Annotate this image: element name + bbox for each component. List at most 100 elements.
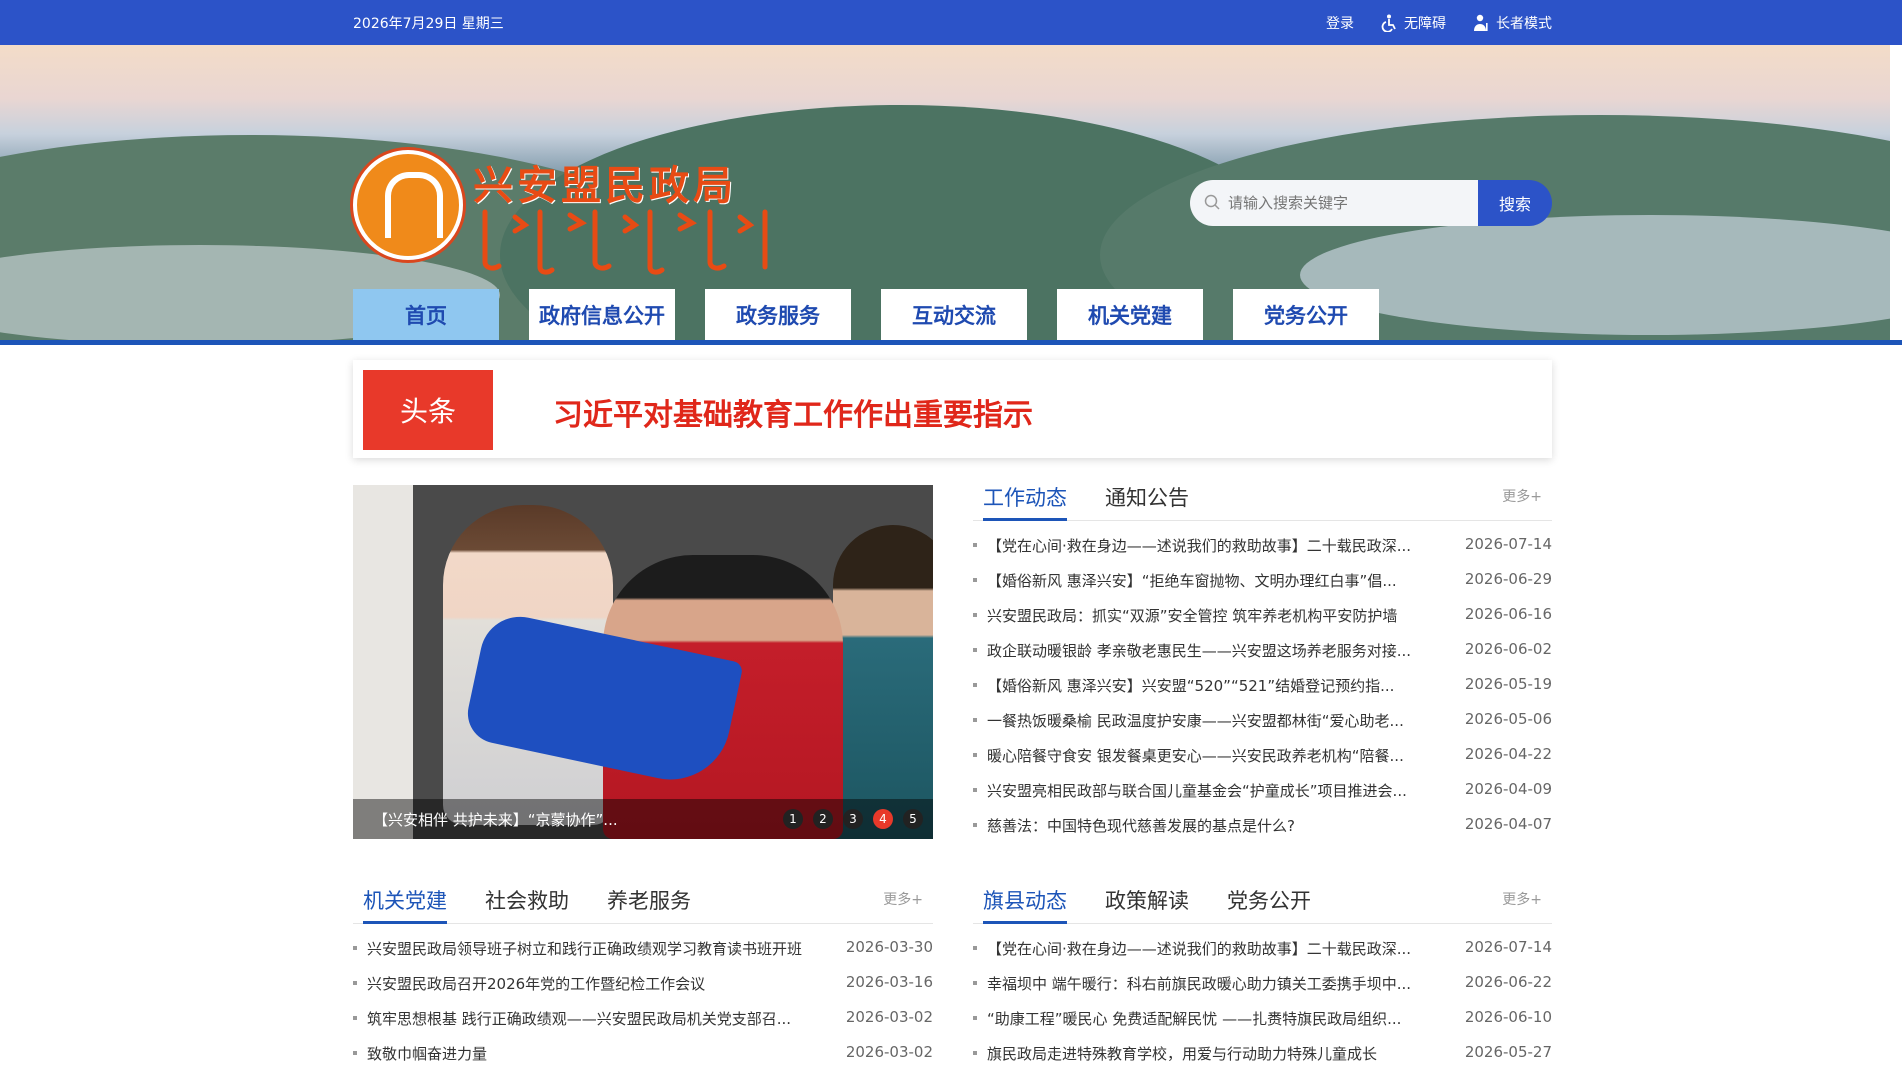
list-item-title[interactable]: 【党在心间·救在身边——述说我们的救助故事】二十载民政深... [987, 535, 1457, 556]
list-item[interactable]: 政企联动暖银龄 孝亲敬老惠民生——兴安盟这场养老服务对接... 2026-06-0… [973, 640, 1552, 675]
list-item-title[interactable]: 【婚俗新风 惠泽兴安】兴安盟“520”“521”结婚登记预约指... [987, 675, 1457, 696]
list-item-title[interactable]: 【婚俗新风 惠泽兴安】“拒绝车窗抛物、文明办理红白事”倡... [987, 570, 1457, 591]
slider-photo-bg [353, 485, 413, 839]
nav-item-party-building[interactable]: 机关党建 [1057, 289, 1203, 340]
list-item[interactable]: 幸福坝中 端午暖行：科右前旗民政暖心助力镇关工委携手坝中... 2026-06-2… [973, 973, 1552, 1008]
tab-work-news[interactable]: 工作动态 [983, 482, 1067, 521]
slider-dot[interactable]: 3 [843, 809, 863, 829]
tab-notices[interactable]: 通知公告 [1105, 482, 1189, 518]
slider-caption[interactable]: 【兴安相伴 共护未来】“京蒙协作”... [373, 809, 618, 830]
site-logo[interactable]: 兴安盟民政局 [353, 105, 783, 275]
list-item-title[interactable]: 兴安盟民政局领导班子树立和践行正确政绩观学习教育读书班开班 [367, 938, 837, 959]
tab-party-building[interactable]: 机关党建 [363, 885, 447, 924]
nav-item-gov-service[interactable]: 政务服务 [705, 289, 851, 340]
tab-elderly-care[interactable]: 养老服务 [607, 885, 691, 921]
list-item-title[interactable]: 【党在心间·救在身边——述说我们的救助故事】二十载民政深... [987, 938, 1457, 959]
nav-item-interaction[interactable]: 互动交流 [881, 289, 1027, 340]
bullet-icon [973, 613, 977, 617]
party-tabs: 机关党建 社会救助 养老服务 更多+ [353, 885, 933, 924]
county-news-panel: 旗县动态 政策解读 党务公开 更多+ 【党在心间·救在身边——述说我们的救助故事… [973, 885, 1552, 1080]
list-item[interactable]: 暖心陪餐守食安 银发餐桌更安心——兴安民政养老机构“陪餐... 2026-04-2… [973, 745, 1552, 780]
list-item[interactable]: 旗民政局走进特殊教育学校，用爱与行动助力特殊儿童成长 2026-05-27 [973, 1043, 1552, 1078]
bullet-icon [973, 823, 977, 827]
bullet-icon [353, 1016, 357, 1020]
list-item[interactable]: 【婚俗新风 惠泽兴安】“拒绝车窗抛物、文明办理红白事”倡... 2026-06-2… [973, 570, 1552, 605]
list-item-title[interactable]: 筑牢思想根基 践行正确政绩观——兴安盟民政局机关党支部召... [367, 1008, 837, 1029]
slider-dot-active[interactable]: 4 [873, 809, 893, 829]
tab-policy[interactable]: 政策解读 [1105, 885, 1189, 921]
image-slider[interactable]: 【兴安相伴 共护未来】“京蒙协作”... 1 2 3 4 5 [353, 485, 933, 839]
nav-item-party-affairs[interactable]: 党务公开 [1233, 289, 1379, 340]
list-item-date: 2026-03-02 [845, 1043, 933, 1061]
bullet-icon [973, 578, 977, 582]
list-item[interactable]: “助康工程”暖民心 免费适配解民忧 ——扎赉特旗民政局组织... 2026-06-… [973, 1008, 1552, 1043]
list-item-title[interactable]: 致敬巾帼奋进力量 [367, 1043, 837, 1064]
more-link[interactable]: 更多+ [1502, 486, 1542, 506]
site-title: 兴安盟民政局 [473, 162, 737, 209]
county-tabs: 旗县动态 政策解读 党务公开 更多+ [973, 885, 1552, 924]
mongolian-script-logo [482, 209, 768, 275]
search-button[interactable]: 搜索 [1478, 180, 1552, 226]
list-item-title[interactable]: 幸福坝中 端午暖行：科右前旗民政暖心助力镇关工委携手坝中... [987, 973, 1457, 994]
list-item-title[interactable]: 兴安盟民政局：抓实“双源”安全管控 筑牢养老机构平安防护墙 [987, 605, 1457, 626]
list-item-title[interactable]: 暖心陪餐守食安 银发餐桌更安心——兴安民政养老机构“陪餐... [987, 745, 1457, 766]
list-item[interactable]: 兴安盟民政局召开2026年党的工作暨纪检工作会议 2026-03-16 [353, 973, 933, 1008]
list-item-date: 2026-06-22 [1464, 973, 1552, 991]
slider-dot[interactable]: 1 [783, 809, 803, 829]
list-item-date: 2026-03-16 [845, 973, 933, 991]
elder-mode-link[interactable]: 长者模式 [1472, 13, 1552, 33]
headline-link[interactable]: 习近平对基础教育工作作出重要指示 [553, 390, 1033, 434]
list-item-title[interactable]: 一餐热饭暖桑榆 民政温度护安康——兴安盟都林街“爱心助老... [987, 710, 1457, 731]
list-item-title[interactable]: 政企联动暖银龄 孝亲敬老惠民生——兴安盟这场养老服务对接... [987, 640, 1457, 661]
list-item[interactable]: 兴安盟民政局领导班子树立和践行正确政绩观学习教育读书班开班 2026-03-30 [353, 938, 933, 973]
list-item-date: 2026-05-06 [1464, 710, 1552, 728]
login-link[interactable]: 登录 [1326, 13, 1354, 33]
tab-county-news[interactable]: 旗县动态 [983, 885, 1067, 924]
emblem-icon [353, 150, 463, 260]
nav-item-home[interactable]: 首页 [353, 289, 499, 340]
more-link[interactable]: 更多+ [883, 889, 923, 909]
list-item-title[interactable]: 慈善法：中国特色现代慈善发展的基点是什么? [987, 815, 1457, 836]
list-item[interactable]: 筑牢思想根基 践行正确政绩观——兴安盟民政局机关党支部召... 2026-03-0… [353, 1008, 933, 1043]
list-item[interactable]: 慈善法：中国特色现代慈善发展的基点是什么? 2026-04-07 [973, 815, 1552, 850]
slider-photo-person [833, 525, 933, 839]
slider-caption-bar: 【兴安相伴 共护未来】“京蒙协作”... 1 2 3 4 5 [353, 799, 933, 839]
list-item[interactable]: 致敬巾帼奋进力量 2026-03-02 [353, 1043, 933, 1078]
list-item[interactable]: 【党在心间·救在身边——述说我们的救助故事】二十载民政深... 2026-07-1… [973, 938, 1552, 973]
bullet-icon [973, 648, 977, 652]
accessible-link[interactable]: 无障碍 [1380, 13, 1446, 33]
slider-dot[interactable]: 2 [813, 809, 833, 829]
search-input[interactable] [1190, 180, 1480, 226]
list-item[interactable]: 一餐热饭暖桑榆 民政温度护安康——兴安盟都林街“爱心助老... 2026-05-0… [973, 710, 1552, 745]
list-item-date: 2026-04-09 [1464, 780, 1552, 798]
search-box: 搜索 [1190, 180, 1552, 226]
list-item-date: 2026-07-14 [1464, 535, 1552, 553]
more-link[interactable]: 更多+ [1502, 889, 1542, 909]
slider-dot[interactable]: 5 [903, 809, 923, 829]
elder-label: 长者模式 [1496, 16, 1552, 32]
bullet-icon [973, 946, 977, 950]
headline-box: 头条 习近平对基础教育工作作出重要指示 [353, 360, 1552, 458]
list-item-date: 2026-03-02 [845, 1008, 933, 1026]
list-item-title[interactable]: “助康工程”暖民心 免费适配解民忧 ——扎赉特旗民政局组织... [987, 1008, 1457, 1029]
list-item[interactable]: 【党在心间·救在身边——述说我们的救助故事】二十载民政深... 2026-07-1… [973, 535, 1552, 570]
party-list: 兴安盟民政局领导班子树立和践行正确政绩观学习教育读书班开班 2026-03-30 兴… [353, 938, 933, 1078]
current-date: 2026年7月29日 星期三 [353, 16, 504, 32]
list-item-date: 2026-06-10 [1464, 1008, 1552, 1026]
list-item[interactable]: 兴安盟亮相民政部与联合国儿童基金会“护童成长”项目推进会... 2026-04-0… [973, 780, 1552, 815]
list-item[interactable]: 兴安盟民政局：抓实“双源”安全管控 筑牢养老机构平安防护墙 2026-06-16 [973, 605, 1552, 640]
nav-item-gov-info[interactable]: 政府信息公开 [529, 289, 675, 340]
bullet-icon [973, 543, 977, 547]
list-item-title[interactable]: 兴安盟民政局召开2026年党的工作暨纪检工作会议 [367, 973, 837, 994]
bullet-icon [353, 1051, 357, 1055]
bullet-icon [973, 1016, 977, 1020]
tab-party-affairs[interactable]: 党务公开 [1227, 885, 1311, 921]
list-item-title[interactable]: 旗民政局走进特殊教育学校，用爱与行动助力特殊儿童成长 [987, 1043, 1457, 1064]
tab-social-assistance[interactable]: 社会救助 [485, 885, 569, 921]
list-item[interactable]: 【婚俗新风 惠泽兴安】兴安盟“520”“521”结婚登记预约指... 2026-0… [973, 675, 1552, 710]
accessible-label: 无障碍 [1404, 16, 1446, 32]
list-item-date: 2026-06-02 [1464, 640, 1552, 658]
headline-tag: 头条 [363, 370, 493, 450]
list-item-title[interactable]: 兴安盟亮相民政部与联合国儿童基金会“护童成长”项目推进会... [987, 780, 1457, 801]
nav-underline [0, 340, 1902, 345]
